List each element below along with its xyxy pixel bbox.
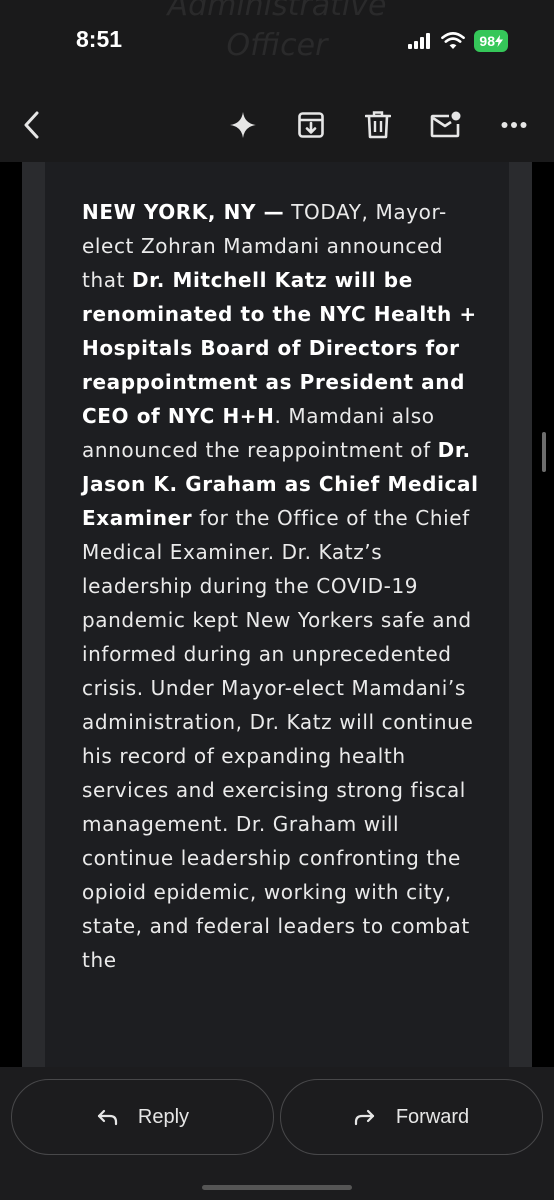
dateline: NEW YORK, NY — bbox=[82, 200, 285, 224]
signal-icon bbox=[408, 33, 431, 49]
reply-button[interactable]: Reply bbox=[11, 1079, 274, 1155]
delete-button[interactable] bbox=[355, 102, 401, 148]
archive-button[interactable] bbox=[288, 102, 334, 148]
more-horizontal-icon bbox=[501, 122, 527, 128]
reply-icon bbox=[97, 1109, 118, 1126]
chevron-left-icon bbox=[24, 111, 39, 139]
reply-label: Reply bbox=[137, 1105, 190, 1128]
battery-indicator: 98 bbox=[474, 30, 508, 52]
gemini-button[interactable] bbox=[220, 102, 266, 148]
scrollbar-thumb[interactable] bbox=[542, 432, 546, 472]
battery-level: 98 bbox=[479, 33, 495, 49]
status-icons: 98 bbox=[408, 30, 508, 52]
body-segment-3: for the Office of the Chief Medical Exam… bbox=[82, 506, 474, 972]
forward-icon bbox=[354, 1109, 374, 1126]
bottom-action-bar: Reply Forward bbox=[0, 1067, 554, 1200]
status-time: 8:51 bbox=[76, 26, 123, 52]
wifi-icon bbox=[441, 32, 466, 49]
sparkle-icon bbox=[230, 112, 256, 138]
status-bar: Administrative Officer 8:51 98 bbox=[0, 0, 554, 88]
mark-unread-button[interactable] bbox=[423, 102, 469, 148]
forward-label: Forward bbox=[395, 1105, 470, 1128]
ghost-line-1: Administrative bbox=[167, 0, 387, 23]
forward-button[interactable]: Forward bbox=[280, 1079, 543, 1155]
charging-icon bbox=[495, 35, 503, 47]
more-button[interactable] bbox=[491, 102, 537, 148]
trash-icon bbox=[365, 111, 391, 139]
email-content[interactable]: NEW YORK, NY — TODAY, Mayor-elect Zohran… bbox=[0, 162, 554, 1067]
email-body: NEW YORK, NY — TODAY, Mayor-elect Zohran… bbox=[82, 195, 482, 977]
email-toolbar bbox=[0, 88, 554, 162]
archive-icon bbox=[298, 112, 324, 138]
home-indicator[interactable] bbox=[202, 1185, 352, 1190]
back-button[interactable] bbox=[9, 102, 55, 148]
mail-unread-icon bbox=[430, 111, 461, 138]
